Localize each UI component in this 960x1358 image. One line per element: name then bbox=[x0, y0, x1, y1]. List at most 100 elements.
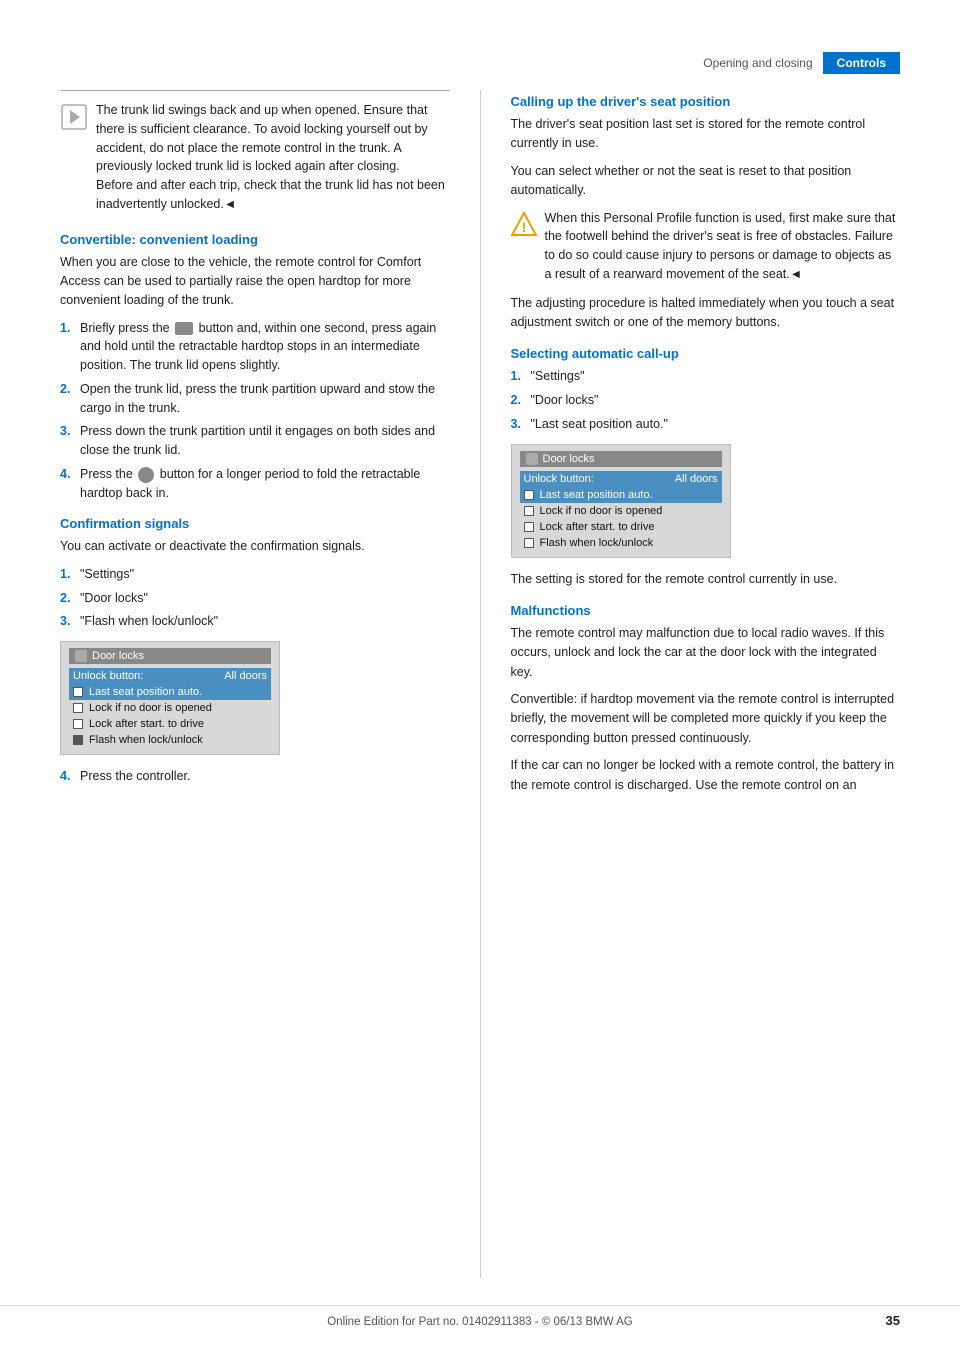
screen-right: Door locks Unlock button: All doors Last… bbox=[511, 444, 731, 558]
list-item: 1. "Settings" bbox=[60, 565, 450, 584]
list-text: "Settings" bbox=[531, 367, 585, 386]
screen-label: Lock if no door is opened bbox=[89, 702, 212, 714]
list-item: 3. "Last seat position auto." bbox=[511, 415, 901, 434]
warning-text: When this Personal Profile function is u… bbox=[545, 209, 901, 284]
auto-callup-list: 1. "Settings" 2. "Door locks" 3. "Last s… bbox=[511, 367, 901, 433]
section-heading-confirmation: Confirmation signals bbox=[60, 516, 450, 531]
warning-box: ! When this Personal Profile function is… bbox=[511, 209, 901, 284]
list-text: "Last seat position auto." bbox=[531, 415, 668, 434]
page-number: 35 bbox=[886, 1313, 900, 1328]
screen-row-4: Flash when lock/unlock bbox=[69, 732, 271, 748]
list-text: "Door locks" bbox=[80, 589, 148, 608]
note-icon bbox=[60, 103, 88, 131]
screen-value: All doors bbox=[675, 473, 718, 485]
list-item: 1. Briefly press the button and, within … bbox=[60, 319, 450, 375]
main-content: The trunk lid swings back and up when op… bbox=[60, 90, 900, 1278]
screen-value: All doors bbox=[224, 670, 267, 682]
list-item: 3. Press down the trunk partition until … bbox=[60, 422, 450, 460]
list-num: 2. bbox=[511, 391, 527, 410]
section-heading-convertible: Convertible: convenient loading bbox=[60, 232, 450, 247]
section-heading-malfunctions: Malfunctions bbox=[511, 603, 901, 618]
column-divider bbox=[480, 90, 481, 1278]
seat-para2: You can select whether or not the seat i… bbox=[511, 162, 901, 201]
list-item: 4. Press the controller. bbox=[60, 767, 450, 786]
screen-checkbox bbox=[524, 506, 534, 516]
screen-label: Unlock button: bbox=[524, 473, 594, 485]
screen-title-icon bbox=[526, 453, 538, 465]
list-num: 3. bbox=[60, 422, 76, 441]
list-item: 3. "Flash when lock/unlock" bbox=[60, 612, 450, 631]
list-num: 2. bbox=[60, 589, 76, 608]
screen-checkbox bbox=[73, 703, 83, 713]
list-item: 4. Press the button for a longer period … bbox=[60, 465, 450, 503]
screen-label: Flash when lock/unlock bbox=[540, 537, 654, 549]
malfunction-para1: The remote control may malfunction due t… bbox=[511, 624, 901, 682]
screen-label: Lock if no door is opened bbox=[540, 505, 663, 517]
list-text: Briefly press the button and, within one… bbox=[80, 319, 450, 375]
malfunction-para2: Convertible: if hardtop movement via the… bbox=[511, 690, 901, 748]
list-num: 3. bbox=[60, 612, 76, 631]
screen-label: Lock after start. to drive bbox=[540, 521, 655, 533]
screen-left: Door locks Unlock button: All doors Last… bbox=[60, 641, 280, 755]
section-heading-seat: Calling up the driver's seat position bbox=[511, 94, 901, 109]
screen-row-2: Lock if no door is opened bbox=[69, 700, 271, 716]
malfunction-para3: If the car can no longer be locked with … bbox=[511, 756, 901, 795]
left-column: The trunk lid swings back and up when op… bbox=[60, 90, 450, 1278]
screen-title: Door locks bbox=[92, 650, 144, 662]
screen-title-bar: Door locks bbox=[69, 648, 271, 664]
convertible-intro: When you are close to the vehicle, the r… bbox=[60, 253, 450, 311]
seat-para1: The driver's seat position last set is s… bbox=[511, 115, 901, 154]
list-item: 2. Open the trunk lid, press the trunk p… bbox=[60, 380, 450, 418]
list-text: Press down the trunk partition until it … bbox=[80, 422, 450, 460]
list-num: 1. bbox=[511, 367, 527, 386]
convertible-list: 1. Briefly press the button and, within … bbox=[60, 319, 450, 503]
screen-checkbox bbox=[524, 522, 534, 532]
screen-title-bar: Door locks bbox=[520, 451, 722, 467]
list-num: 1. bbox=[60, 319, 76, 338]
header-section-active: Controls bbox=[823, 52, 900, 74]
section-heading-auto-callup: Selecting automatic call-up bbox=[511, 346, 901, 361]
screen-checkbox bbox=[524, 490, 534, 500]
list-item: 2. "Door locks" bbox=[511, 391, 901, 410]
seat-para3: The adjusting procedure is halted immedi… bbox=[511, 294, 901, 333]
confirmation-list: 1. "Settings" 2. "Door locks" 3. "Flash … bbox=[60, 565, 450, 631]
right-column: Calling up the driver's seat position Th… bbox=[511, 90, 901, 1278]
screen-title: Door locks bbox=[543, 453, 595, 465]
screen-row-header: Unlock button: All doors bbox=[520, 471, 722, 487]
screen-row-3: Lock after start. to drive bbox=[69, 716, 271, 732]
footer: Online Edition for Part no. 01402911383 … bbox=[0, 1305, 960, 1328]
screen-row-1: Last seat position auto. bbox=[520, 487, 722, 503]
warning-icon: ! bbox=[511, 211, 537, 237]
list-num: 4. bbox=[60, 767, 76, 786]
screen-checkbox bbox=[73, 719, 83, 729]
footer-text: Online Edition for Part no. 01402911383 … bbox=[327, 1316, 633, 1328]
screen-label: Last seat position auto. bbox=[540, 489, 653, 501]
screen-checkbox bbox=[73, 735, 83, 745]
note-box: The trunk lid swings back and up when op… bbox=[60, 90, 450, 214]
screen-checkbox bbox=[73, 687, 83, 697]
list-num: 2. bbox=[60, 380, 76, 399]
svg-text:!: ! bbox=[521, 219, 526, 235]
screen-label: Unlock button: bbox=[73, 670, 143, 682]
screen-row-2: Lock if no door is opened bbox=[520, 503, 722, 519]
list-num: 3. bbox=[511, 415, 527, 434]
screen-row-4: Flash when lock/unlock bbox=[520, 535, 722, 551]
list-num: 4. bbox=[60, 465, 76, 484]
header-section-label: Opening and closing bbox=[693, 52, 822, 74]
list-text: "Settings" bbox=[80, 565, 134, 584]
list-item: 1. "Settings" bbox=[511, 367, 901, 386]
screen-label: Last seat position auto. bbox=[89, 686, 202, 698]
screen-title-icon bbox=[75, 650, 87, 662]
list-text: Press the controller. bbox=[80, 767, 190, 786]
confirmation-intro: You can activate or deactivate the confi… bbox=[60, 537, 450, 556]
screen-label: Flash when lock/unlock bbox=[89, 734, 203, 746]
confirmation-list-4: 4. Press the controller. bbox=[60, 767, 450, 786]
list-text: "Door locks" bbox=[531, 391, 599, 410]
screen-label: Lock after start. to drive bbox=[89, 718, 204, 730]
screen-checkbox bbox=[524, 538, 534, 548]
list-item: 2. "Door locks" bbox=[60, 589, 450, 608]
screen-row-header: Unlock button: All doors bbox=[69, 668, 271, 684]
header-bar: Opening and closing Controls bbox=[693, 52, 900, 74]
list-num: 1. bbox=[60, 565, 76, 584]
list-text: "Flash when lock/unlock" bbox=[80, 612, 218, 631]
